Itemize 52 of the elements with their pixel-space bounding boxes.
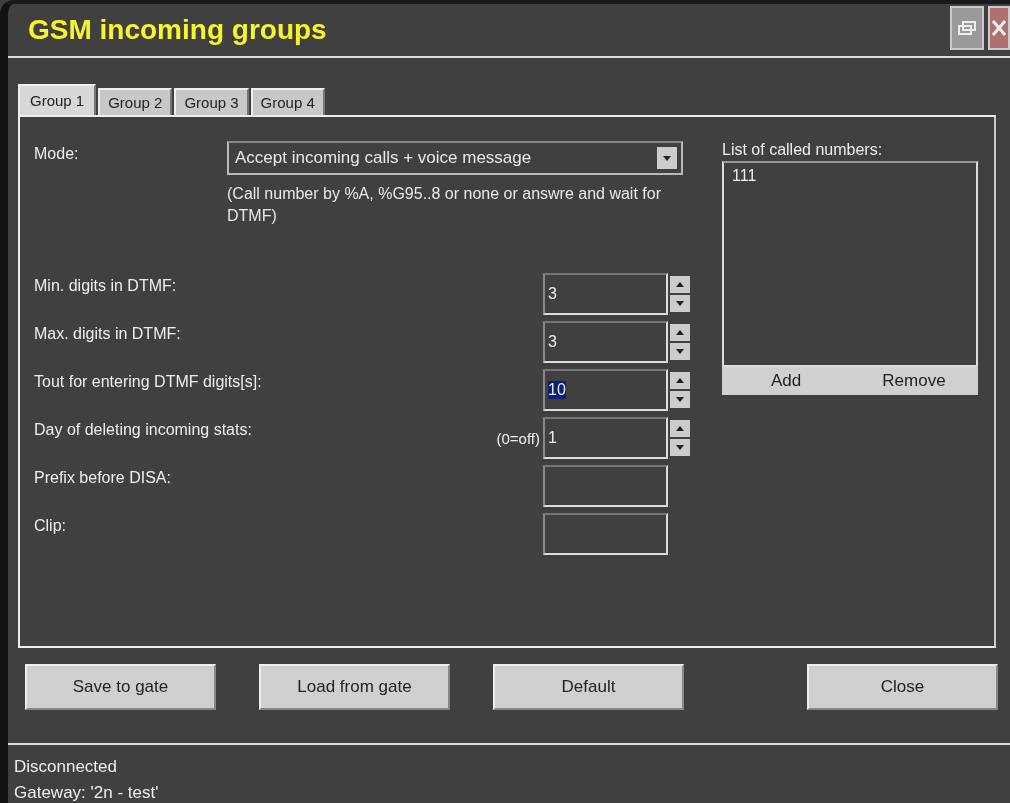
field-label: Prefix before DISA:: [34, 469, 172, 487]
down-arrow-icon: [676, 349, 684, 354]
number-field[interactable]: 3: [543, 273, 668, 315]
status-text: Disconnected: [14, 757, 118, 777]
up-arrow-icon: [676, 330, 684, 335]
up-arrow-icon: [676, 282, 684, 287]
spin-down-button[interactable]: [670, 439, 690, 456]
close-icon: [992, 20, 1006, 36]
add-button[interactable]: Add: [722, 367, 850, 395]
status-text: Gateway: '2n - test': [14, 783, 160, 803]
tab[interactable]: Group 3: [174, 88, 249, 115]
spin-down-button[interactable]: [670, 295, 690, 312]
restore-icon: [958, 21, 976, 35]
up-arrow-icon: [676, 426, 684, 431]
action-button[interactable]: Load from gate: [259, 664, 450, 710]
number-field[interactable]: 10: [543, 369, 668, 411]
field-label: Max. digits in DTMF:: [34, 325, 182, 343]
action-button[interactable]: Save to gate: [25, 664, 216, 710]
field-suffix: (0=off): [496, 429, 540, 447]
action-button[interactable]: Default: [493, 664, 684, 710]
spin-up-button[interactable]: [670, 276, 690, 293]
spin-up-button[interactable]: [670, 420, 690, 437]
spin-up-button[interactable]: [670, 372, 690, 389]
number-field[interactable]: 1: [543, 417, 668, 459]
close-button[interactable]: [988, 6, 1010, 50]
input-field[interactable]: [543, 465, 668, 507]
field-label: Tout for entering DTMF digits[s]:: [34, 373, 263, 391]
down-arrow-icon: [676, 445, 684, 450]
down-arrow-icon: [676, 301, 684, 306]
spin-up-button[interactable]: [670, 324, 690, 341]
field-label: Min. digits in DTMF:: [34, 277, 178, 295]
number-field[interactable]: 3: [543, 321, 668, 363]
mode-hint: (Call number by %A, %G95..8 or none or answre and wait for DTMF): [227, 184, 662, 226]
tab[interactable]: Group 4: [250, 88, 325, 115]
list-item[interactable]: 111: [732, 167, 968, 185]
spin-down-button[interactable]: [670, 391, 690, 408]
remove-button[interactable]: Remove: [850, 367, 978, 395]
input-field[interactable]: [543, 513, 668, 555]
field-label: Day of deleting incoming stats:: [34, 421, 253, 439]
number-list[interactable]: 111: [722, 161, 978, 367]
tab[interactable]: Group 1: [18, 84, 97, 117]
mode-dropdown[interactable]: Accept incoming calls + voice message: [227, 141, 683, 175]
close-dialog-button[interactable]: Close: [807, 664, 998, 710]
spin-down-button[interactable]: [670, 343, 690, 360]
list-label: List of called numbers:: [722, 141, 884, 159]
field-label: Clip:: [34, 517, 67, 535]
tab[interactable]: Group 2: [98, 88, 173, 115]
up-arrow-icon: [676, 378, 684, 383]
mode-label: Mode:: [34, 145, 80, 164]
dropdown-arrow-icon: [663, 155, 671, 161]
window-title: GSM incoming groups: [28, 14, 327, 46]
down-arrow-icon: [676, 397, 684, 402]
